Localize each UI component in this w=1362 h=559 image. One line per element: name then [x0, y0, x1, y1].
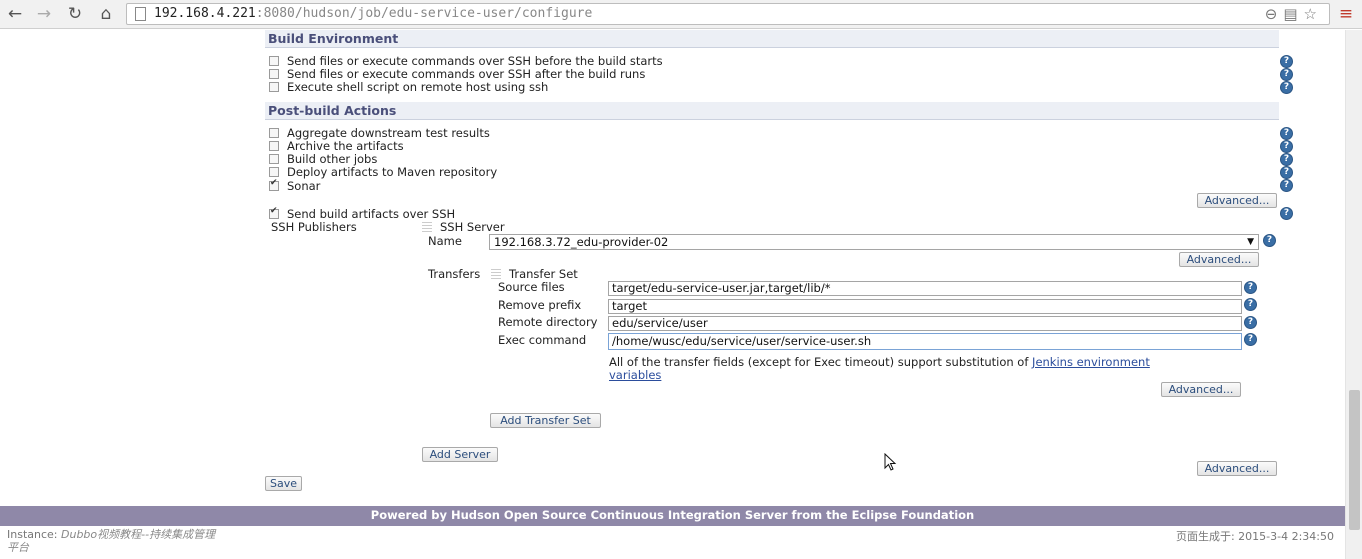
home-icon[interactable]: ⌂	[95, 4, 117, 24]
reload-icon[interactable]: ↻	[64, 4, 86, 24]
transfer-set-label: Transfer Set	[509, 267, 578, 281]
help-icon[interactable]: ?	[1280, 179, 1293, 192]
dropdown-arrow-icon: ▼	[1247, 237, 1254, 247]
send-artifacts-ssh-checkbox[interactable]	[269, 206, 279, 219]
option-label: Send files or execute commands over SSH …	[287, 67, 646, 81]
remove-prefix-input[interactable]: target	[608, 299, 1242, 314]
archive-artifacts-checkbox[interactable]	[269, 141, 279, 151]
substitution-note: All of the transfer fields (except for E…	[609, 355, 1150, 369]
help-icon[interactable]: ?	[1280, 127, 1293, 140]
option-label: Deploy artifacts to Maven repository	[287, 165, 498, 179]
page-icon	[135, 7, 146, 21]
help-icon[interactable]: ?	[1244, 298, 1257, 311]
source-files-input[interactable]: target/edu-service-user.jar,target/lib/*	[608, 281, 1242, 296]
ssh-server-label: SSH Server	[440, 220, 505, 234]
aggregate-tests-checkbox[interactable]	[269, 128, 279, 138]
help-icon[interactable]: ?	[1280, 55, 1293, 68]
instance-info: Instance: Dubbo视频教程--持续集成管理 平台	[7, 528, 216, 554]
exec-command-label: Exec command	[498, 333, 587, 347]
translate-icon[interactable]: ▤	[1283, 5, 1303, 23]
remove-prefix-label: Remove prefix	[498, 298, 582, 312]
scrollbar-thumb[interactable]	[1349, 390, 1360, 530]
mouse-cursor-icon	[884, 453, 897, 471]
drag-handle[interactable]	[422, 222, 432, 232]
help-icon[interactable]: ?	[1280, 153, 1293, 166]
ssh-after-checkbox[interactable]	[269, 69, 279, 79]
help-icon[interactable]: ?	[1263, 234, 1276, 247]
url-text: 192.168.4.221:8080/hudson/job/edu-servic…	[154, 6, 593, 21]
name-label: Name	[428, 234, 462, 248]
vertical-scrollbar[interactable]	[1345, 30, 1362, 559]
help-icon[interactable]: ?	[1244, 316, 1257, 329]
option-label: Sonar	[287, 179, 321, 193]
sonar-advanced-button[interactable]: Advanced...	[1197, 193, 1277, 208]
transfers-label: Transfers	[428, 267, 481, 281]
add-transfer-set-button[interactable]: Add Transfer Set	[490, 413, 601, 428]
jenkins-env-link[interactable]: Jenkins environment	[1032, 355, 1150, 369]
remote-shell-checkbox[interactable]	[269, 82, 279, 92]
help-icon[interactable]: ?	[1280, 207, 1293, 220]
sonar-checkbox[interactable]	[269, 178, 279, 191]
add-server-button[interactable]: Add Server	[422, 447, 498, 462]
build-environment-header: Build Environment	[265, 30, 1279, 48]
help-icon[interactable]: ?	[1280, 166, 1293, 179]
help-icon[interactable]: ?	[1280, 140, 1293, 153]
search-icon[interactable]: ⊖	[1265, 5, 1284, 23]
publisher-advanced-button[interactable]: Advanced...	[1197, 461, 1277, 476]
build-other-jobs-checkbox[interactable]	[269, 154, 279, 164]
post-build-actions-header: Post-build Actions	[265, 102, 1279, 120]
source-files-label: Source files	[498, 280, 565, 294]
menu-icon[interactable]: ≡	[1336, 4, 1356, 24]
forward-arrow-icon[interactable]: →	[33, 4, 55, 24]
option-label: Send build artifacts over SSH	[287, 207, 456, 221]
help-icon[interactable]: ?	[1244, 333, 1257, 346]
option-label: Aggregate downstream test results	[287, 126, 490, 140]
transfer-advanced-button[interactable]: Advanced...	[1161, 382, 1241, 397]
ssh-publishers-label: SSH Publishers	[271, 220, 357, 234]
option-label: Archive the artifacts	[287, 139, 404, 153]
option-label: Build other jobs	[287, 152, 378, 166]
remote-directory-label: Remote directory	[498, 315, 598, 329]
help-icon[interactable]: ?	[1280, 81, 1293, 94]
remote-directory-input[interactable]: edu/service/user	[608, 316, 1242, 331]
help-icon[interactable]: ?	[1280, 68, 1293, 81]
option-label: Execute shell script on remote host usin…	[287, 80, 549, 94]
page-generated-time: 页面生成于: 2015-3-4 2:34:50	[1175, 530, 1334, 543]
server-advanced-button[interactable]: Advanced...	[1179, 252, 1259, 267]
footer-powered-by: Powered by Hudson Open Source Continuous…	[0, 506, 1345, 526]
back-arrow-icon[interactable]: ←	[4, 4, 26, 24]
browser-toolbar: ← → ↻ ⌂ 192.168.4.221:8080/hudson/job/ed…	[0, 0, 1362, 29]
save-button[interactable]: Save	[265, 476, 302, 491]
address-bar[interactable]: 192.168.4.221:8080/hudson/job/edu-servic…	[126, 3, 1330, 25]
exec-command-textarea[interactable]: /home/wusc/edu/service/user/service-user…	[608, 333, 1242, 350]
variables-link[interactable]: variables	[609, 368, 661, 382]
ssh-before-checkbox[interactable]	[269, 56, 279, 66]
deploy-maven-checkbox[interactable]	[269, 167, 279, 177]
drag-handle[interactable]	[491, 269, 501, 279]
option-label: Send files or execute commands over SSH …	[287, 54, 663, 68]
ssh-server-name-select[interactable]: 192.168.3.72_edu-provider-02 ▼	[489, 234, 1259, 250]
help-icon[interactable]: ?	[1244, 281, 1257, 294]
star-icon[interactable]: ☆	[1304, 5, 1323, 23]
